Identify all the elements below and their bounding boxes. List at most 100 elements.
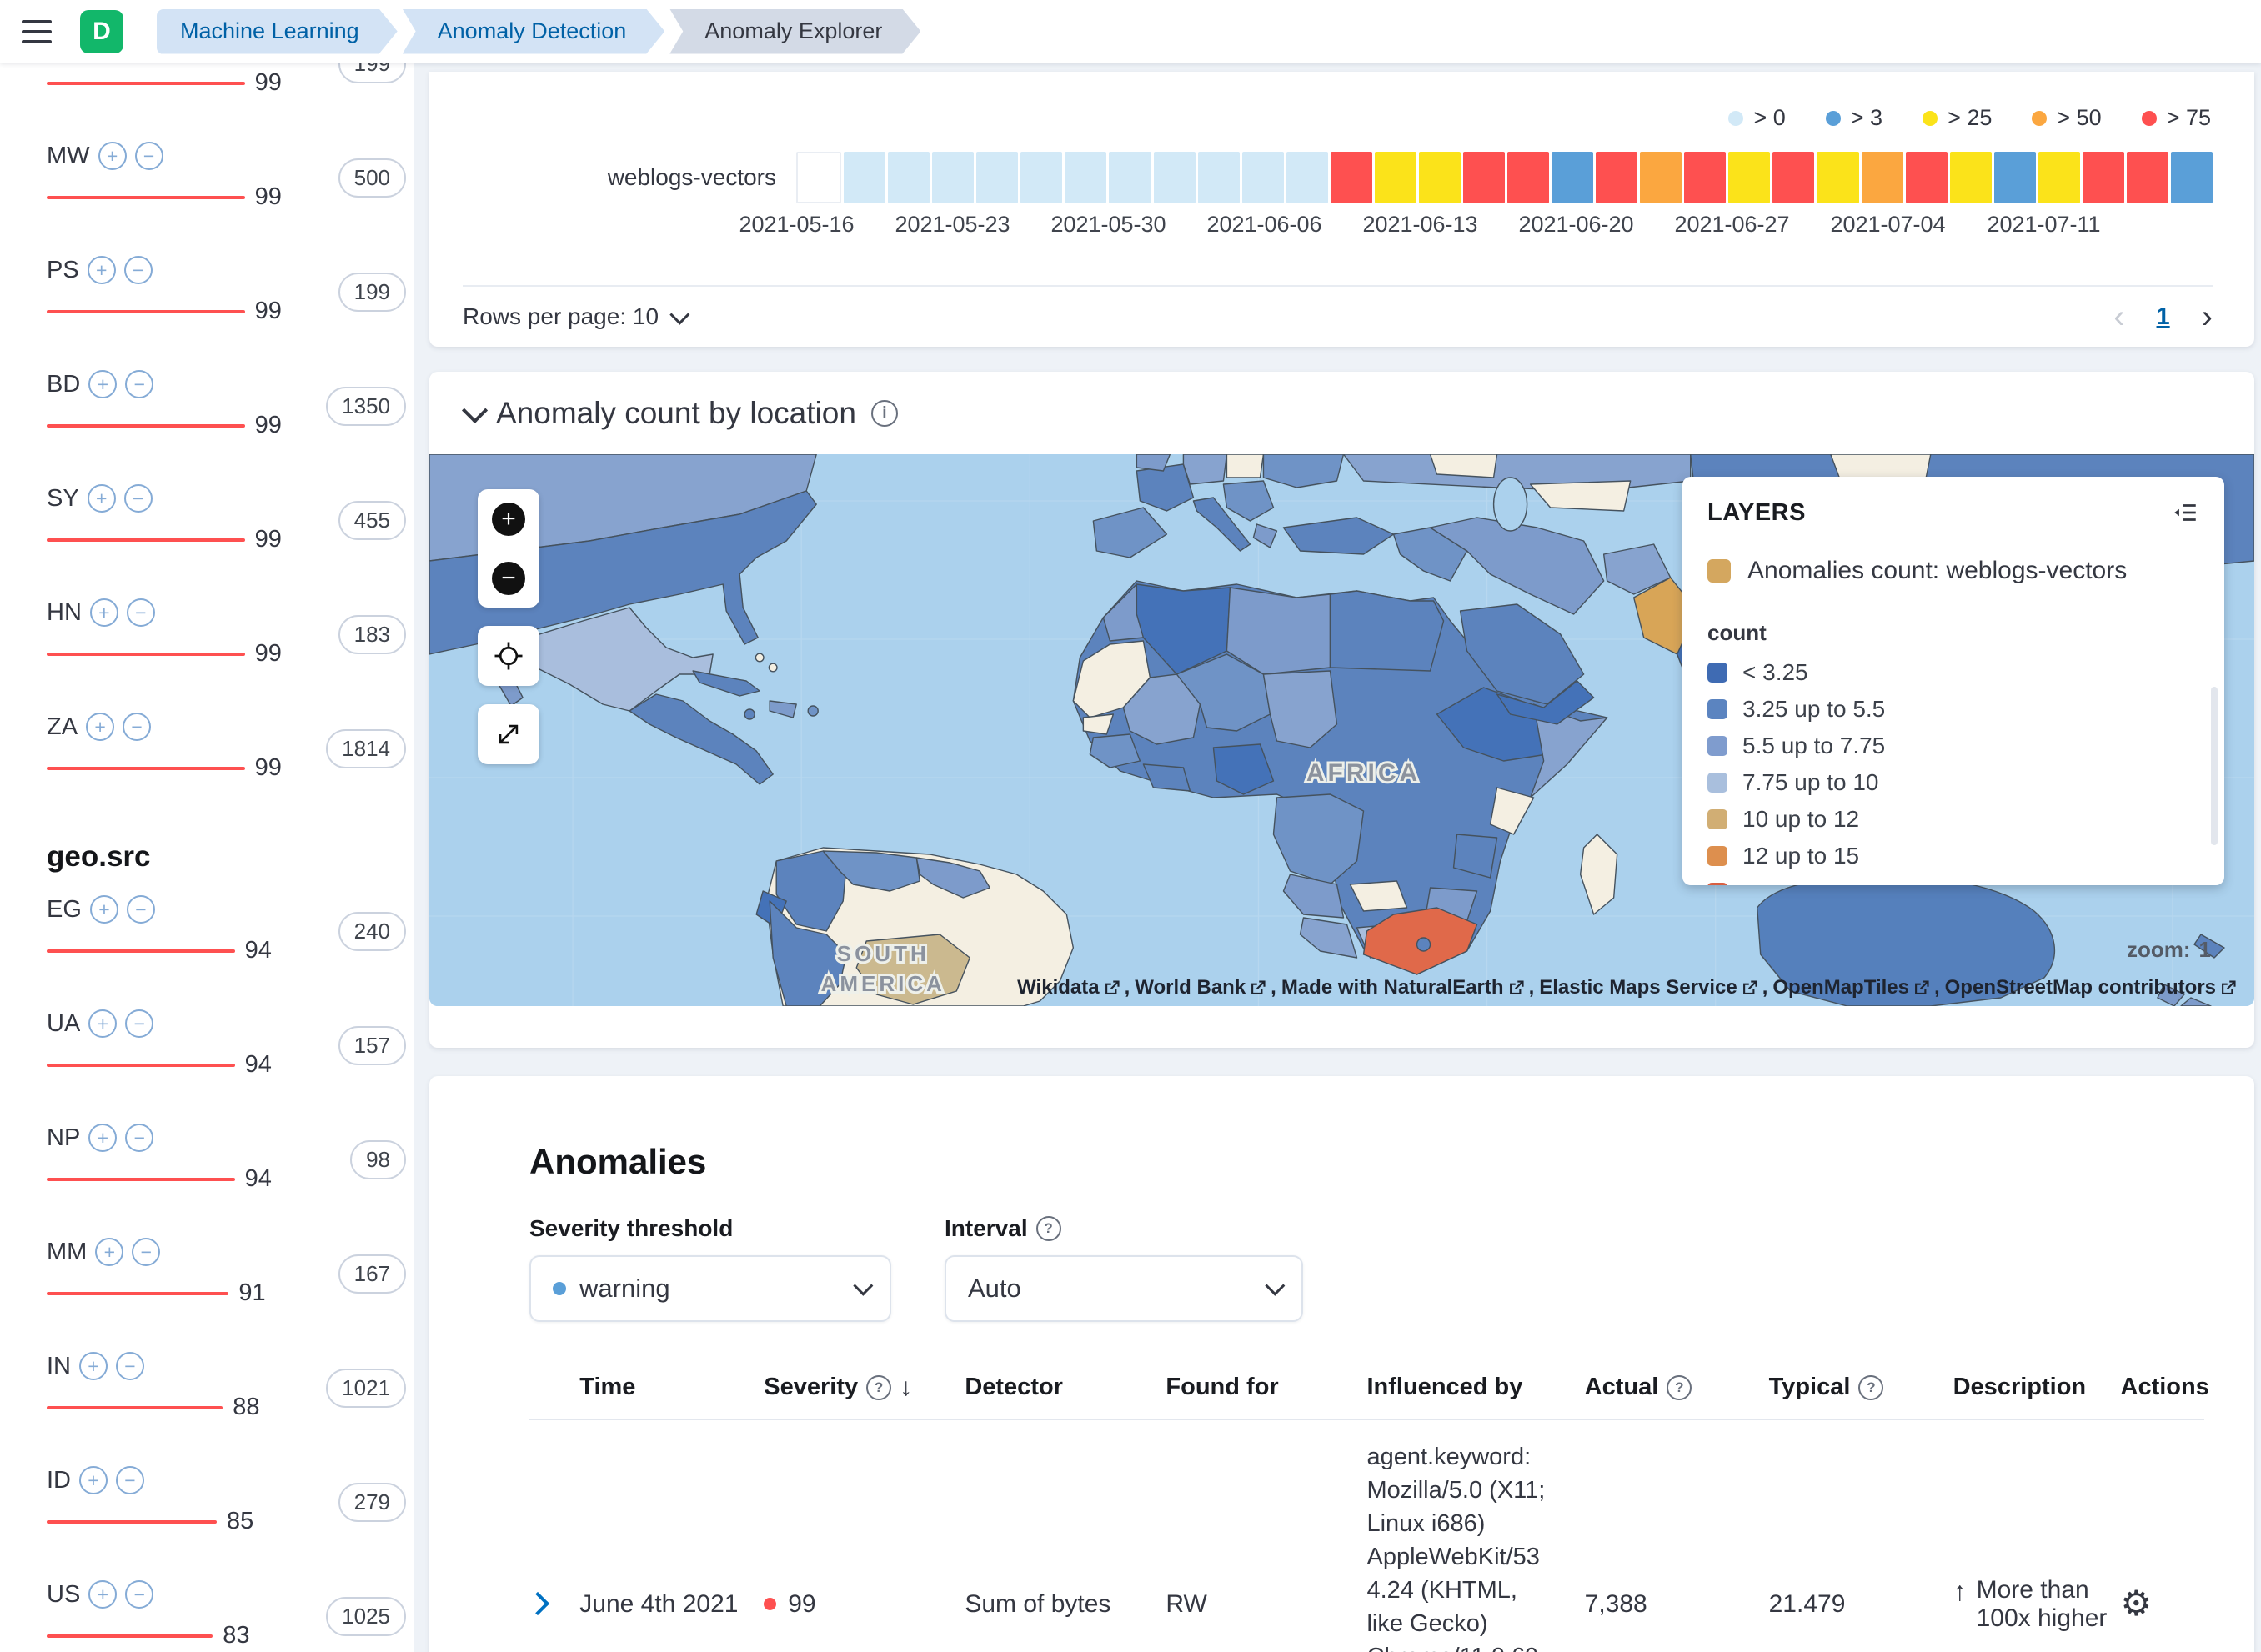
swimlane-cell[interactable] [2083,152,2124,203]
collapse-chevron-icon[interactable] [462,397,488,423]
full-screen-button[interactable] [478,704,539,764]
field-value-entry[interactable]: PS 99 199 [47,244,414,358]
add-filter-icon[interactable] [90,598,118,627]
swimlane-cell[interactable] [844,152,885,203]
remove-filter-icon[interactable] [127,895,155,924]
add-filter-icon[interactable] [88,1009,117,1038]
sort-descending-icon[interactable] [900,1374,912,1402]
swimlane-cell[interactable] [1596,152,1637,203]
swimlane-cell[interactable] [1286,152,1328,203]
help-icon[interactable] [1667,1375,1692,1400]
zoom-out-button[interactable] [478,548,539,608]
swimlane-cell[interactable] [1331,152,1372,203]
col-time[interactable]: Time [579,1360,764,1419]
page-number[interactable]: 1 [2157,303,2170,331]
remove-filter-icon[interactable] [125,1124,153,1152]
swimlane-cell[interactable] [1109,152,1151,203]
field-value-entry[interactable]: UA 94 157 [47,998,414,1112]
swimlane-cell[interactable] [1906,152,1948,203]
add-filter-icon[interactable] [95,1238,123,1266]
field-value-entry[interactable]: NI 99 199 [47,63,414,130]
remove-filter-icon[interactable] [116,1466,144,1494]
swimlane-cell[interactable] [976,152,1018,203]
swimlane-cell[interactable] [1065,152,1106,203]
swimlane-cell[interactable] [796,152,841,203]
breadcrumb-machine-learning[interactable]: Machine Learning [157,9,398,54]
swimlane-cell[interactable] [1552,152,1593,203]
field-value-entry[interactable]: BD 99 1350 [47,358,414,473]
swimlane-cell[interactable] [1198,152,1240,203]
remove-filter-icon[interactable] [125,1009,153,1038]
help-icon[interactable] [1858,1375,1883,1400]
attribution-link[interactable]: World Bank , [1135,976,1276,999]
swimlane-cell[interactable] [1463,152,1505,203]
add-filter-icon[interactable] [88,256,116,284]
attribution-link[interactable]: Elastic Maps Service , [1539,976,1767,999]
breadcrumb-anomaly-detection[interactable]: Anomaly Detection [403,9,665,54]
swimlane-cell[interactable] [1817,152,1858,203]
attribution-link[interactable]: OpenStreetMap contributors [1945,976,2241,999]
field-value-entry[interactable]: ZA 99 1814 [47,701,414,815]
add-filter-icon[interactable] [98,142,127,170]
severity-threshold-select[interactable]: warning [529,1255,891,1322]
menu-icon[interactable] [22,20,52,43]
info-icon[interactable] [871,400,898,427]
rows-per-page-button[interactable]: Rows per page: 10 [463,303,684,330]
swimlane-cell[interactable] [1684,152,1726,203]
swimlane-cell[interactable] [1950,152,1992,203]
col-actual[interactable]: Actual [1585,1360,1769,1419]
layers-scrollbar[interactable] [2211,687,2218,845]
remove-filter-icon[interactable] [135,142,163,170]
swimlane-cell[interactable] [1862,152,1903,203]
swimlane-cell[interactable] [1772,152,1814,203]
swimlane-cell[interactable] [1154,152,1196,203]
field-value-entry[interactable]: IN 88 1021 [47,1340,414,1454]
swimlane-cell[interactable] [2171,152,2213,203]
remove-filter-icon[interactable] [132,1238,160,1266]
previous-page-icon[interactable] [2113,300,2124,333]
remove-filter-icon[interactable] [125,1580,153,1609]
interval-select[interactable]: Auto [945,1255,1303,1322]
field-value-entry[interactable]: SY 99 455 [47,473,414,587]
field-value-entry[interactable]: ID 85 279 [47,1454,414,1569]
add-filter-icon[interactable] [79,1466,108,1494]
col-description[interactable]: Description [1953,1360,2121,1419]
swimlane-cell[interactable] [1640,152,1682,203]
remove-filter-icon[interactable] [123,713,151,741]
field-value-entry[interactable]: MM 91 167 [47,1226,414,1340]
remove-filter-icon[interactable] [124,484,153,513]
remove-filter-icon[interactable] [116,1352,144,1380]
help-icon[interactable] [1036,1216,1061,1241]
zoom-in-button[interactable] [478,489,539,548]
field-value-entry[interactable]: US 83 1025 [47,1569,414,1652]
swimlane-cell[interactable] [1242,152,1284,203]
remove-filter-icon[interactable] [127,598,155,627]
gear-icon[interactable] [2121,1584,2153,1623]
field-value-entry[interactable]: EG 94 240 [47,884,414,998]
swimlane-cell[interactable] [2038,152,2080,203]
add-filter-icon[interactable] [90,895,118,924]
remove-filter-icon[interactable] [125,370,153,398]
attribution-link[interactable]: Wikidata , [1017,976,1130,999]
col-severity[interactable]: Severity [764,1360,965,1419]
world-map[interactable]: AFRICA SOUTH AMERICA [429,454,2254,1006]
collapse-layers-icon[interactable] [2171,498,2199,527]
add-filter-icon[interactable] [88,1124,117,1152]
expand-row-icon[interactable] [526,1592,549,1615]
add-filter-icon[interactable] [88,370,117,398]
swimlane-cell[interactable] [2127,152,2168,203]
col-influenced-by[interactable]: Influenced by [1366,1360,1584,1419]
add-filter-icon[interactable] [88,1580,117,1609]
add-filter-icon[interactable] [79,1352,108,1380]
swimlane-cell[interactable] [1507,152,1549,203]
field-value-entry[interactable]: HN 99 183 [47,587,414,701]
swimlane-cell[interactable] [1728,152,1770,203]
layer-entry[interactable]: Anomalies count: weblogs-vectors [1707,557,2199,585]
help-icon[interactable] [866,1375,891,1400]
swimlane-cell[interactable] [1994,152,2036,203]
add-filter-icon[interactable] [86,713,114,741]
col-typical[interactable]: Typical [1769,1360,1953,1419]
add-filter-icon[interactable] [88,484,116,513]
attribution-link[interactable]: OpenMapTiles , [1772,976,1939,999]
col-detector[interactable]: Detector [965,1360,1166,1419]
